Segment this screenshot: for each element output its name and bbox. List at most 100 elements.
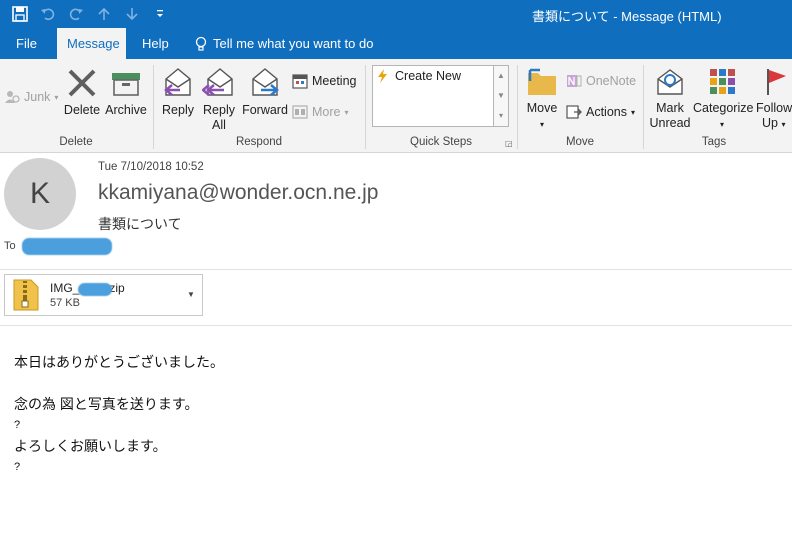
arrow-down-icon [126,8,138,21]
body-line: よろしくお願いします。 [14,438,167,454]
body-line [14,373,224,394]
quick-access-toolbar [8,4,172,24]
quick-steps-group-label: Quick Steps [410,136,472,148]
message-date: Tue 7/10/2018 10:52 [98,161,204,173]
tags-group-label: Tags [701,136,727,148]
redacted-filename [78,283,112,296]
tell-me-text: Tell me what you want to do [213,36,374,51]
junk-button[interactable]: Junk ▾ [4,89,58,105]
attachment-name-prefix: IMG_ [50,281,80,295]
flag-icon [767,69,786,95]
actions-label: Actions [586,105,627,119]
reply-label: Reply [162,103,194,117]
customize-dropdown-icon [157,10,163,17]
dialog-launcher-icon[interactable]: ◲ [505,139,513,148]
move-group-label: Move [565,136,595,148]
title-bar: 書類について - Message (HTML) [0,0,792,28]
categorize-grid-icon [710,69,735,94]
mark-unread-label-2: Unread [649,116,691,130]
onenote-label: OneNote [586,74,637,88]
redacted-recipient[interactable] [22,238,112,255]
header-divider [0,269,792,270]
chevron-down-icon: ▾ [719,120,724,129]
chevron-down-icon[interactable]: ▼ [187,290,195,299]
redo-icon [69,8,83,21]
categorize-button[interactable]: Categorize ▾ [693,67,754,132]
scroll-up-icon[interactable]: ▲ [494,66,508,86]
undo-icon [41,8,55,21]
reply-all-button[interactable]: Reply All [199,65,239,133]
follow-up-label-2: Up [762,116,778,130]
tab-message[interactable]: Message [57,28,126,59]
to-label: To [4,240,16,252]
gallery-more-icon[interactable]: ▾ [494,106,508,126]
meeting-calendar-icon [292,74,308,89]
junk-icon [5,91,20,103]
forward-button[interactable]: Forward [241,65,289,118]
quick-steps-gallery[interactable]: Create New [372,65,494,127]
reply-button[interactable]: Reply [158,65,198,118]
reply-all-icon [202,68,233,96]
tab-help[interactable]: Help [132,28,179,59]
scroll-down-icon[interactable]: ▼ [494,86,508,106]
meeting-button[interactable]: Meeting [292,73,356,89]
chevron-down-icon: ▾ [539,120,544,129]
body-line: ? [14,461,21,473]
more-label: More [312,105,341,119]
actions-button[interactable]: Actions ▾ [566,104,635,120]
chevron-down-icon: ▾ [781,120,786,129]
onenote-icon [567,75,582,87]
body-line: ? [14,419,21,431]
reply-all-label-2: All [212,118,226,132]
tab-file[interactable]: File [6,28,47,59]
actions-icon [566,105,582,119]
chevron-down-icon: ▾ [54,92,59,102]
next-item-button[interactable] [120,4,144,24]
delete-x-icon [68,69,96,97]
attachment-size: 57 KB [50,297,80,309]
chevron-down-icon: ▾ [631,107,636,117]
follow-up-button[interactable]: Follow Up ▾ [752,67,792,132]
lightbulb-icon [195,36,207,51]
more-icon [292,105,308,119]
move-label: Move [526,101,558,115]
previous-item-button[interactable] [92,4,116,24]
save-button[interactable] [8,4,32,24]
archive-box-icon [112,73,140,96]
mark-unread-label-1: Mark [656,101,684,115]
archive-button[interactable]: Archive [103,67,149,118]
onenote-button[interactable]: OneNote [566,73,636,89]
quick-step-create-new[interactable]: Create New [373,66,493,86]
save-icon [12,6,28,22]
lightning-icon [378,69,387,83]
meeting-label: Meeting [312,74,357,88]
customize-toolbar-button[interactable] [148,4,172,24]
attachment-divider [0,325,792,326]
reply-icon [164,68,191,96]
move-button[interactable]: Move ▾ [522,67,562,132]
sender-address[interactable]: kkamiyana@wonder.ocn.ne.jp [98,181,378,205]
reply-all-label-1: Reply [203,103,235,117]
message-subject: 書類について [98,216,182,232]
delete-button[interactable]: Delete [62,67,102,118]
more-respond-button[interactable]: More ▾ [292,104,349,120]
mark-unread-button[interactable]: Mark Unread [648,67,692,131]
quick-steps-scroll[interactable]: ▲ ▼ ▾ [494,65,509,127]
delete-label: Delete [63,103,101,117]
body-line: 念の為 図と写真を送ります。 [14,396,199,412]
follow-up-label-1: Follow [756,101,792,115]
body-line: 本日はありがとうございました。 [14,354,224,370]
arrow-up-icon [98,7,110,20]
ribbon-tabs: File Message Help Tell me what you want … [0,28,792,59]
delete-group-label: Delete [59,136,93,148]
zip-file-icon [13,279,39,311]
archive-label: Archive [105,103,147,117]
attachment-card[interactable]: IMG_ zip 57 KB ▼ [4,274,203,316]
tell-me-search[interactable]: Tell me what you want to do [184,28,383,59]
redo-button[interactable] [64,4,88,24]
forward-icon [252,68,279,96]
mark-unread-icon [657,69,683,95]
categorize-label: Categorize [693,101,754,115]
undo-button[interactable] [36,4,60,24]
message-body: 本日はありがとうございました。 念の為 図と写真を送ります。 ? よろしくお願い… [14,352,224,478]
